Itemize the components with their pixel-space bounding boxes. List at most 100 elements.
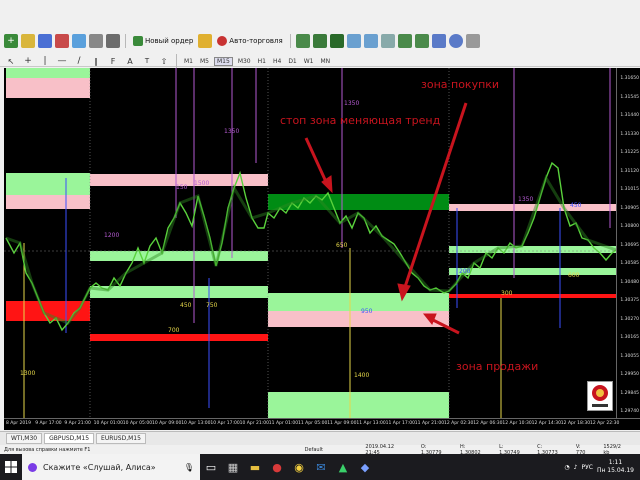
- level-label: 1200: [104, 232, 120, 239]
- new-chart-icon[interactable]: +: [4, 34, 18, 48]
- browser-icon[interactable]: ●: [266, 454, 288, 480]
- timeframe-d1[interactable]: D1: [286, 58, 298, 65]
- zoom-out-icon[interactable]: [363, 34, 378, 48]
- price-label: 1.31545: [620, 94, 639, 100]
- clock-date: Пн 15.04.19: [596, 467, 634, 474]
- data-window-icon[interactable]: [55, 34, 69, 48]
- tab-gbpusd-m15[interactable]: GBPUSD,M15: [44, 433, 95, 444]
- tile-windows-icon[interactable]: [380, 34, 395, 48]
- price-label: 1.31650: [620, 76, 639, 81]
- auto-trading-button[interactable]: Авто-торговля: [215, 35, 284, 47]
- price-label: 1.31440: [620, 113, 639, 118]
- cursor-icon[interactable]: ↖: [4, 54, 18, 68]
- timeframe-m5[interactable]: M5: [198, 58, 211, 65]
- auto-trading-label: Авто-торговля: [229, 37, 283, 45]
- text-icon[interactable]: A: [123, 54, 137, 68]
- profiles-icon[interactable]: [21, 34, 35, 48]
- timeframe-w1[interactable]: W1: [302, 58, 316, 65]
- time-axis: 8 Apr 2019 9 Apr 17:00 9 Apr 21:00 10 Apr 0…: [4, 418, 640, 430]
- zone-green: [90, 251, 268, 261]
- level-label: 600: [568, 272, 580, 279]
- arrows-icon[interactable]: ⇧: [157, 54, 171, 68]
- channel-icon[interactable]: ∥: [89, 54, 103, 68]
- indicators-icon[interactable]: [431, 34, 446, 48]
- zone-red: [449, 294, 616, 298]
- yandex-browser-icon[interactable]: ◉: [288, 454, 310, 480]
- time-label: 12 Apr 10:30: [502, 421, 532, 426]
- system-tray: ◔ ♪ РУС 1:11 Пн 15.04.19: [564, 459, 640, 475]
- tab-eurusd-m15[interactable]: EURUSD,M15: [96, 433, 146, 444]
- price-label: 1.31120: [620, 168, 639, 174]
- zone-green: [6, 68, 90, 78]
- price-chart[interactable]: 1300 1350 1500 1200 150 700 450 750 1350…: [4, 68, 640, 430]
- price-label: 1.30800: [620, 224, 639, 229]
- level-label: 1350: [344, 100, 360, 107]
- time-label: 12 Apr 18:30: [560, 421, 591, 426]
- new-order-button[interactable]: Новый ордер: [131, 35, 195, 47]
- volume-icon[interactable]: ♪: [574, 464, 578, 471]
- task-view-icon[interactable]: ▭: [200, 454, 222, 480]
- taskbar-search[interactable]: Скажите «Слушай, Алиса» 🎙: [22, 454, 200, 480]
- annotation-buy-zone: зона покупки: [421, 78, 500, 91]
- start-button[interactable]: [0, 454, 22, 480]
- price-label: 1.31330: [620, 131, 639, 137]
- time-label: 11 Apr 13:00: [356, 421, 386, 426]
- timeframe-h1[interactable]: H1: [256, 58, 268, 65]
- crosshair-icon[interactable]: +: [21, 54, 35, 68]
- time-label: 9 Apr 17:00: [35, 421, 62, 426]
- microphone-icon[interactable]: 🎙: [184, 463, 194, 472]
- annotation-stop-zone: стоп зона меняющая тренд: [280, 114, 441, 127]
- terminal-icon[interactable]: [89, 34, 103, 48]
- fibonacci-icon[interactable]: F: [106, 54, 120, 68]
- bar-chart-icon[interactable]: [295, 34, 310, 48]
- zone-pink: [449, 204, 616, 211]
- new-order-label: Новый ордер: [145, 37, 194, 45]
- calculator-icon[interactable]: ▦: [222, 454, 244, 480]
- clock[interactable]: 1:11 Пн 15.04.19: [597, 459, 634, 475]
- navigator-icon[interactable]: [72, 34, 86, 48]
- time-label: 11 Apr 17:00: [385, 421, 415, 426]
- strategy-tester-icon[interactable]: [106, 34, 120, 48]
- level-label: 200: [459, 268, 471, 275]
- alice-icon: [28, 462, 37, 472]
- file-explorer-icon[interactable]: ▬: [244, 454, 266, 480]
- time-label: 12 Apr 14:30: [531, 421, 561, 426]
- timeframe-mn[interactable]: MN: [319, 58, 333, 65]
- terminal-app-icon[interactable]: ▲: [332, 454, 354, 480]
- annotation-sell-zone: зона продажи: [456, 360, 539, 373]
- zone-pink: [6, 78, 90, 98]
- chat-icon[interactable]: ◆: [354, 454, 376, 480]
- timeframe-h4[interactable]: H4: [271, 58, 283, 65]
- timeframe-m15[interactable]: M15: [214, 56, 233, 66]
- vertical-line-icon[interactable]: |: [38, 54, 52, 68]
- mail-icon[interactable]: ✉: [310, 454, 332, 480]
- toolbar-separator: [176, 54, 177, 68]
- zone-green: [268, 293, 449, 311]
- metaeditor-icon[interactable]: [198, 34, 213, 48]
- windows-logo-icon: [5, 461, 17, 473]
- level-label: 300: [501, 290, 513, 297]
- line-chart-icon[interactable]: [329, 34, 344, 48]
- level-label: 450: [570, 202, 582, 209]
- level-label: 750: [206, 302, 218, 309]
- level-label: 1350: [518, 196, 534, 203]
- timeframe-m1[interactable]: M1: [182, 58, 195, 65]
- auto-scroll-icon[interactable]: [397, 34, 412, 48]
- periods-icon[interactable]: [448, 34, 463, 48]
- horizontal-line-icon[interactable]: —: [55, 54, 69, 68]
- tab-wti-m30[interactable]: WTI,M30: [6, 433, 43, 444]
- price-label: 1.30270: [620, 316, 639, 322]
- network-icon[interactable]: ◔: [564, 464, 569, 471]
- trendline-icon[interactable]: /: [72, 54, 86, 68]
- chart-shift-icon[interactable]: [414, 34, 429, 48]
- templates-icon[interactable]: [465, 34, 480, 48]
- time-label: 10 Apr 21:00: [239, 421, 269, 426]
- timeframe-m30[interactable]: M30: [236, 58, 253, 65]
- label-icon[interactable]: T: [140, 54, 154, 68]
- zone-green: [449, 268, 616, 275]
- input-language[interactable]: РУС: [581, 464, 592, 471]
- zoom-in-icon[interactable]: [346, 34, 361, 48]
- candle-chart-icon[interactable]: [312, 34, 327, 48]
- market-watch-icon[interactable]: [38, 34, 52, 48]
- zone-green: [90, 286, 268, 298]
